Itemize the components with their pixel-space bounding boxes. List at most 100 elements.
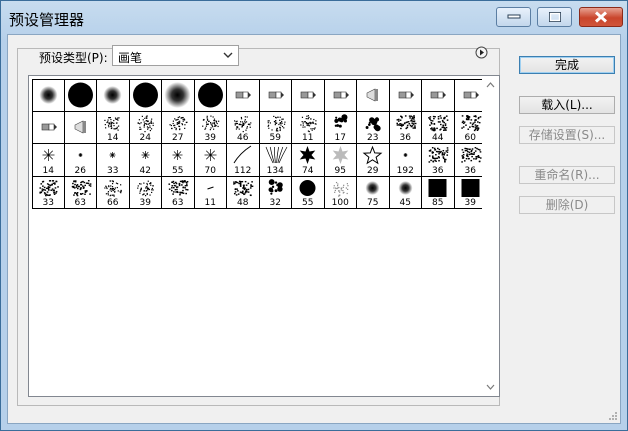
preset-manager-window: 预设管理器 预设类型(P): 画笔 14 24 27 39 46 59 11 17 23 36 44… xyxy=(0,0,628,431)
done-button[interactable]: 完成 xyxy=(519,56,615,74)
brush-preset-cell[interactable]: 55 xyxy=(292,176,325,209)
brush-preset-cell[interactable] xyxy=(194,79,227,112)
brush-preset-cell[interactable]: 192 xyxy=(389,144,422,177)
brush-preset-cell[interactable]: 63 xyxy=(64,176,97,209)
chevron-down-icon xyxy=(223,52,233,58)
brush-preset-cell[interactable]: 112 xyxy=(227,144,260,177)
brush-preset-cell[interactable]: 134 xyxy=(259,144,292,177)
brush-preset-cell[interactable]: 27 xyxy=(162,111,195,144)
title-bar[interactable]: 预设管理器 xyxy=(1,1,627,35)
brush-preset-cell[interactable]: 29 xyxy=(357,144,390,177)
brush-preset-cell[interactable]: 11 xyxy=(292,111,325,144)
brush-size-label: 32 xyxy=(269,198,281,208)
brush-preset-list[interactable]: 14 24 27 39 46 59 11 17 23 36 44 60 14 26 33 42 55 70 112 1… xyxy=(28,75,500,397)
preset-type-label: 预设类型(P): xyxy=(35,49,112,66)
brush-preset-cell[interactable]: 66 xyxy=(97,176,130,209)
brush-size-label: 55 xyxy=(172,165,184,176)
brush-size-label: 100 xyxy=(331,198,349,208)
brush-preset-cell[interactable] xyxy=(162,79,195,112)
brush-preset-cell[interactable] xyxy=(292,79,325,112)
brush-preset-cell[interactable]: 39 xyxy=(194,111,227,144)
brush-thumbnail-icon xyxy=(103,86,122,104)
brush-preset-cell[interactable]: 23 xyxy=(357,111,390,144)
brush-preset-cell[interactable] xyxy=(32,79,65,112)
brush-preset-cell[interactable]: 33 xyxy=(97,144,130,177)
brush-preset-cell[interactable]: 63 xyxy=(162,176,195,209)
brush-preset-cell[interactable]: 46 xyxy=(227,111,260,144)
brush-preset-cell[interactable]: 36 xyxy=(422,144,455,177)
brush-preset-cell[interactable]: 59 xyxy=(259,111,292,144)
brush-preset-cell[interactable]: 45 xyxy=(389,176,422,209)
close-icon xyxy=(594,11,608,23)
brush-preset-cell[interactable]: 24 xyxy=(129,111,162,144)
brush-size-label: 63 xyxy=(74,198,86,208)
scroll-up-icon[interactable] xyxy=(486,81,495,89)
brush-size-label: 33 xyxy=(107,165,119,176)
brush-preset-cell[interactable]: 14 xyxy=(32,144,65,177)
brush-size-label: 17 xyxy=(334,133,346,143)
brush-preset-cell[interactable] xyxy=(259,79,292,112)
brush-preset-cell[interactable]: 74 xyxy=(292,144,325,177)
brush-preset-cell[interactable]: 32 xyxy=(259,176,292,209)
brush-preset-cell[interactable] xyxy=(97,79,130,112)
load-button[interactable]: 载入(L)... xyxy=(519,96,615,114)
brush-preset-cell[interactable] xyxy=(227,79,260,112)
brush-size-label: 74 xyxy=(302,165,314,176)
brush-thumbnail-icon xyxy=(164,82,191,108)
brush-size-label: 59 xyxy=(269,133,281,143)
brush-preset-cell[interactable]: 44 xyxy=(422,111,455,144)
preset-type-value: 画笔 xyxy=(118,51,143,65)
brush-preset-cell[interactable]: 42 xyxy=(129,144,162,177)
brush-preset-cell[interactable]: 55 xyxy=(162,144,195,177)
brush-size-label: 63 xyxy=(172,198,184,208)
brush-thumbnail-icon xyxy=(398,91,414,99)
brush-size-label: 23 xyxy=(367,133,379,143)
brush-preset-cell[interactable] xyxy=(357,79,390,112)
brush-preset-cell[interactable]: 33 xyxy=(32,176,65,209)
brush-size-label: 42 xyxy=(139,165,151,176)
brush-thumbnail-icon xyxy=(39,86,58,104)
rename-button[interactable]: 重命名(R)... xyxy=(519,166,615,184)
brush-thumbnail-icon xyxy=(67,82,93,108)
close-button[interactable] xyxy=(579,7,623,27)
brush-preset-cell[interactable]: 70 xyxy=(194,144,227,177)
brush-preset-cell[interactable] xyxy=(389,79,422,112)
brush-size-label: 75 xyxy=(367,198,379,208)
delete-button[interactable]: 删除(D) xyxy=(519,196,615,214)
brush-preset-cell[interactable]: 39 xyxy=(129,176,162,209)
brush-preset-cell[interactable] xyxy=(129,79,162,112)
panel-menu-icon[interactable] xyxy=(475,46,488,59)
brush-thumbnail-icon xyxy=(300,91,316,99)
preset-type-select[interactable]: 画笔 xyxy=(112,45,239,66)
brush-preset-cell[interactable]: 26 xyxy=(64,144,97,177)
brush-preset-cell[interactable]: 100 xyxy=(324,176,357,209)
brush-preset-cell[interactable] xyxy=(64,79,97,112)
brush-preset-cell[interactable] xyxy=(64,111,97,144)
brush-thumbnail-icon xyxy=(41,123,57,130)
brush-size-label: 14 xyxy=(107,133,119,143)
brush-preset-cell[interactable]: 85 xyxy=(422,176,455,209)
scroll-down-icon[interactable] xyxy=(486,383,495,391)
save-settings-button[interactable]: 存储设置(S)... xyxy=(519,126,615,144)
dialog-client: 预设类型(P): 画笔 14 24 27 39 46 59 11 17 23 36 44 60 14 26… xyxy=(7,34,621,424)
brush-preset-cell[interactable] xyxy=(32,111,65,144)
brush-size-label: 95 xyxy=(334,165,346,176)
brush-preset-cell[interactable]: 14 xyxy=(97,111,130,144)
vertical-scrollbar[interactable] xyxy=(482,76,499,396)
brush-thumbnail-icon xyxy=(366,88,378,102)
brush-preset-cell[interactable]: 48 xyxy=(227,176,260,209)
brush-thumbnail-icon xyxy=(132,82,158,108)
brush-preset-cell[interactable] xyxy=(324,79,357,112)
brush-preset-cell[interactable]: 36 xyxy=(389,111,422,144)
minimize-button[interactable] xyxy=(496,7,531,27)
brush-thumbnail-icon xyxy=(74,120,86,133)
brush-size-label: 39 xyxy=(204,133,216,143)
brush-preset-cell[interactable]: 17 xyxy=(324,111,357,144)
brush-size-label: 39 xyxy=(139,198,151,208)
brush-preset-cell[interactable]: 95 xyxy=(324,144,357,177)
brush-preset-cell[interactable] xyxy=(422,79,455,112)
brush-preset-cell[interactable]: 11 xyxy=(194,176,227,209)
brush-preset-cell[interactable]: 75 xyxy=(357,176,390,209)
resize-grip-icon[interactable] xyxy=(608,411,618,421)
maximize-button[interactable] xyxy=(537,7,572,27)
